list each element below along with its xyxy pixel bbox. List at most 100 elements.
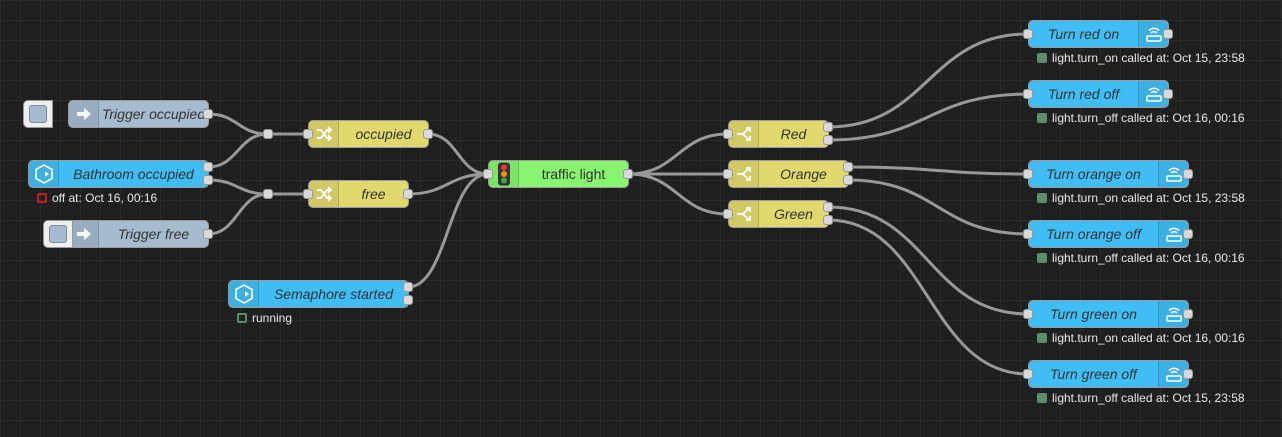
status-text: light.turn_off called at: Oct 16, 00:16	[1052, 111, 1245, 125]
output-port[interactable]	[823, 122, 833, 132]
junction[interactable]	[263, 129, 273, 139]
node-label: Trigger free	[117, 226, 190, 242]
output-port[interactable]	[403, 189, 413, 199]
output-port[interactable]	[403, 295, 413, 305]
output-port[interactable]	[1183, 369, 1193, 379]
input-port[interactable]	[1023, 229, 1033, 239]
junction[interactable]	[263, 189, 273, 199]
node-status: light.turn_off called at: Oct 16, 00:16	[1037, 111, 1245, 125]
green-node[interactable]: Green	[728, 200, 829, 228]
wire	[206, 112, 270, 136]
inject-button[interactable]	[23, 100, 53, 128]
node-status: light.turn_on called at: Oct 15, 23:58	[1037, 51, 1245, 65]
status-dot-icon	[1037, 393, 1047, 403]
turn-orange-off-node[interactable]: Turn orange off	[1028, 220, 1189, 248]
status-text: light.turn_on called at: Oct 15, 23:58	[1052, 191, 1245, 205]
input-port[interactable]	[303, 189, 313, 199]
trigger-free-node[interactable]: Trigger free	[68, 220, 209, 248]
home-assistant-icon	[229, 281, 259, 307]
output-port[interactable]	[1163, 29, 1173, 39]
node-label: traffic light	[541, 166, 606, 182]
status-text: light.turn_off called at: Oct 15, 23:58	[1052, 391, 1245, 405]
input-port[interactable]	[723, 209, 733, 219]
wire	[826, 92, 1030, 142]
node-label: Orange	[780, 166, 827, 182]
semaphore-started-node[interactable]: Semaphore started	[228, 280, 409, 308]
output-port[interactable]	[203, 109, 213, 119]
status-dot-icon	[1037, 333, 1047, 343]
shuffle-icon	[309, 121, 339, 147]
status-text: off at: Oct 16, 00:16	[52, 191, 158, 205]
free-node[interactable]: free	[308, 180, 409, 208]
turn-red-on-node[interactable]: Turn red on	[1028, 20, 1169, 48]
node-status: off at: Oct 16, 00:16	[37, 191, 157, 205]
output-port[interactable]	[1163, 89, 1173, 99]
wire	[206, 178, 270, 196]
input-port[interactable]	[303, 129, 313, 139]
status-text: light.turn_on called at: Oct 16, 00:16	[1052, 331, 1245, 345]
node-label: Bathroom occupied	[73, 166, 194, 182]
output-port[interactable]	[823, 202, 833, 212]
node-status: light.turn_off called at: Oct 15, 23:58	[1037, 391, 1245, 405]
node-status: light.turn_on called at: Oct 15, 23:58	[1037, 191, 1245, 205]
output-port[interactable]	[1183, 169, 1193, 179]
input-port[interactable]	[483, 169, 493, 179]
input-port[interactable]	[1023, 89, 1033, 99]
status-text: running	[252, 311, 293, 325]
shuffle-icon	[309, 181, 339, 207]
input-port[interactable]	[723, 129, 733, 139]
node-status: running	[237, 311, 292, 325]
node-label: occupied	[355, 126, 412, 142]
output-port[interactable]	[1183, 229, 1193, 239]
output-port[interactable]	[1183, 309, 1193, 319]
turn-green-off-node[interactable]: Turn green off	[1028, 360, 1189, 388]
turn-orange-on-node[interactable]: Turn orange on	[1028, 160, 1189, 188]
output-port[interactable]	[203, 162, 213, 172]
turn-green-on-node[interactable]: Turn green on	[1028, 300, 1189, 328]
node-label: Semaphore started	[273, 286, 394, 302]
node-label: Red	[780, 126, 807, 142]
output-port[interactable]	[423, 129, 433, 139]
orange-node[interactable]: Orange	[728, 160, 849, 188]
wire	[826, 32, 1030, 129]
trigger-occupied-node[interactable]: Trigger occupied	[68, 100, 209, 128]
wire	[846, 178, 1030, 236]
output-port[interactable]	[823, 215, 833, 225]
output-port[interactable]	[843, 175, 853, 185]
traffic-light-icon	[489, 161, 519, 187]
inject-button[interactable]	[43, 220, 73, 248]
output-port[interactable]	[843, 162, 853, 172]
input-port[interactable]	[1023, 29, 1033, 39]
status-ring-icon	[37, 193, 47, 203]
node-status: light.turn_off called at: Oct 16, 00:16	[1037, 251, 1245, 265]
node-status: light.turn_on called at: Oct 16, 00:16	[1037, 331, 1245, 345]
arrow-right-icon	[69, 101, 99, 127]
output-port[interactable]	[823, 135, 833, 145]
node-label: Green	[774, 206, 813, 222]
input-port[interactable]	[723, 169, 733, 179]
red-node[interactable]: Red	[728, 120, 829, 148]
output-port[interactable]	[623, 169, 633, 179]
status-text: light.turn_off called at: Oct 16, 00:16	[1052, 251, 1245, 265]
traffic-light-node[interactable]: traffic light	[488, 160, 629, 188]
node-label: Trigger occupied	[101, 106, 206, 122]
wire	[406, 172, 490, 289]
status-dot-icon	[1037, 53, 1047, 63]
wire	[426, 132, 490, 176]
wire	[846, 165, 1030, 176]
turn-red-off-node[interactable]: Turn red off	[1028, 80, 1169, 108]
output-port[interactable]	[203, 175, 213, 185]
bathroom-occupied-node[interactable]: Bathroom occupied	[28, 160, 209, 188]
output-port[interactable]	[203, 229, 213, 239]
output-port[interactable]	[403, 282, 413, 292]
input-port[interactable]	[1023, 309, 1033, 319]
input-port[interactable]	[1023, 369, 1033, 379]
split-icon	[729, 161, 759, 187]
status-dot-icon	[1037, 113, 1047, 123]
wire	[826, 218, 1030, 376]
occupied-node[interactable]: occupied	[308, 120, 429, 148]
wire	[626, 172, 730, 216]
input-port[interactable]	[1023, 169, 1033, 179]
wire	[626, 132, 730, 176]
split-icon	[729, 121, 759, 147]
